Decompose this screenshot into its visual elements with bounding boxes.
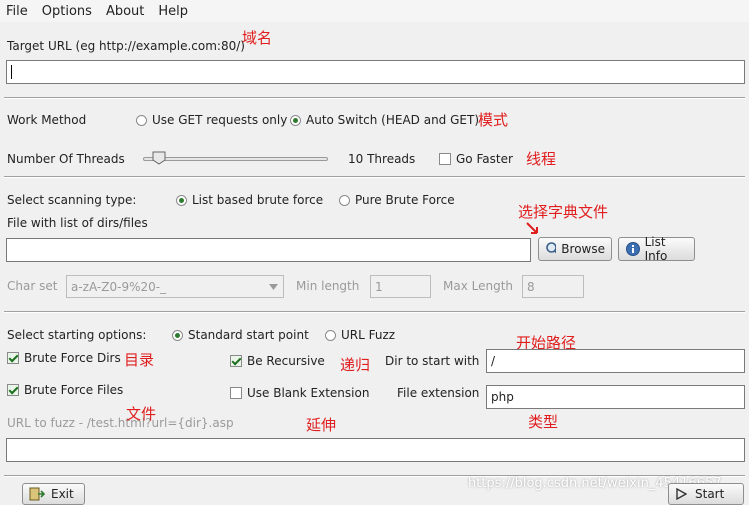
radio-selected-icon (176, 195, 187, 206)
recursive-note: 递归 (340, 356, 371, 374)
checkbox-icon (230, 387, 242, 399)
slider-thumb-icon[interactable] (152, 151, 166, 165)
recursive-checkbox[interactable]: Be Recursive (230, 354, 325, 368)
play-icon (676, 488, 687, 500)
recursive-label: Be Recursive (247, 354, 325, 368)
min-length-label: Min length (296, 279, 360, 293)
checkbox-checked-icon (230, 355, 242, 367)
brute-dirs-note: 目录 (124, 351, 155, 369)
list-info-label: List Info (644, 235, 668, 263)
brute-dirs-checkbox[interactable]: Brute Force Dirs (7, 351, 121, 365)
start-standard-radio[interactable]: Standard start point (172, 328, 309, 342)
brute-files-note: 文件 (126, 405, 157, 423)
browse-label: Browse (561, 242, 605, 256)
separator (4, 97, 745, 99)
dir-start-label: Dir to start with (385, 354, 480, 368)
magnifier-icon (546, 242, 557, 254)
brute-dirs-label: Brute Force Dirs (24, 351, 121, 365)
target-url-label: Target URL (eg http://example.com:80/) (7, 39, 245, 53)
threads-note: 线程 (526, 150, 557, 168)
file-extension-note: 类型 (528, 413, 559, 431)
text-cursor (11, 65, 12, 79)
start-label: Start (695, 487, 725, 501)
menu-file[interactable]: File (0, 4, 34, 19)
work-method-get-radio[interactable]: Use GET requests only (136, 113, 287, 127)
scan-list-label: List based brute force (192, 193, 324, 207)
start-standard-label: Standard start point (188, 328, 309, 342)
work-method-auto-radio[interactable]: Auto Switch (HEAD and GET) (290, 113, 479, 127)
work-method-note: 模式 (478, 111, 509, 129)
list-info-button[interactable]: List Info (618, 235, 695, 263)
file-extension-value: php (491, 390, 514, 404)
max-length-input[interactable]: 8 (522, 275, 584, 298)
separator (4, 311, 745, 313)
blank-extension-label: Use Blank Extension (247, 386, 370, 400)
brute-files-label: Brute Force Files (24, 383, 124, 397)
dir-start-value: / (491, 354, 496, 368)
charset-value: a-zA-Z0-9%20-_ (71, 279, 167, 294)
charset-label: Char set (7, 279, 58, 293)
arrow-icon (526, 222, 538, 234)
blank-extension-note: 延伸 (306, 416, 337, 434)
target-url-note: 域名 (242, 29, 273, 47)
checkbox-checked-icon (7, 384, 19, 396)
menu-bar: File Options About Help (0, 0, 749, 22)
go-faster-label: Go Faster (456, 152, 513, 166)
radio-icon (325, 330, 336, 341)
work-method-auto-label: Auto Switch (HEAD and GET) (306, 113, 479, 127)
menu-help[interactable]: Help (152, 4, 194, 19)
menu-about[interactable]: About (100, 4, 150, 19)
exit-door-icon (29, 487, 45, 501)
radio-icon (136, 115, 147, 126)
url-fuzz-label: URL to fuzz - /test.html?url={dir}.asp (7, 416, 234, 430)
scan-pure-label: Pure Brute Force (355, 193, 455, 207)
dir-list-input[interactable] (6, 238, 531, 262)
scan-list-radio[interactable]: List based brute force (176, 193, 323, 207)
radio-selected-icon (290, 115, 301, 126)
checkbox-checked-icon (7, 352, 19, 364)
dir-list-label: File with list of dirs/files (7, 216, 148, 230)
start-url-fuzz-radio[interactable]: URL Fuzz (325, 328, 395, 342)
chevron-down-icon (269, 284, 278, 290)
url-fuzz-input[interactable] (6, 438, 745, 462)
checkbox-icon (439, 153, 451, 165)
dir-start-input[interactable]: / (486, 349, 745, 373)
scan-pure-radio[interactable]: Pure Brute Force (339, 193, 455, 207)
separator (4, 176, 745, 178)
dir-list-note: 选择字典文件 (518, 203, 609, 221)
blank-extension-checkbox[interactable]: Use Blank Extension (230, 386, 369, 400)
max-length-label: Max Length (443, 279, 514, 293)
start-options-label: Select starting options: (7, 328, 147, 342)
browse-button[interactable]: Browse (538, 237, 612, 261)
min-length-input[interactable]: 1 (370, 275, 431, 298)
max-length-value: 8 (527, 279, 535, 294)
go-faster-checkbox[interactable]: Go Faster (439, 152, 513, 166)
file-extension-label: File extension (397, 386, 480, 400)
start-url-fuzz-label: URL Fuzz (341, 328, 396, 342)
threads-label: Number Of Threads (7, 152, 125, 166)
radio-selected-icon (172, 330, 183, 341)
threads-slider[interactable] (143, 157, 328, 161)
charset-select[interactable]: a-zA-Z0-9%20-_ (66, 275, 284, 298)
target-url-input[interactable] (6, 60, 745, 84)
menu-options[interactable]: Options (36, 4, 98, 19)
brute-files-checkbox[interactable]: Brute Force Files (7, 383, 123, 397)
threads-value: 10 Threads (348, 152, 416, 166)
radio-icon (339, 195, 350, 206)
scan-type-label: Select scanning type: (7, 193, 137, 207)
file-extension-input[interactable]: php (486, 385, 745, 409)
work-method-label: Work Method (7, 113, 87, 127)
min-length-value: 1 (375, 279, 383, 294)
work-method-get-label: Use GET requests only (152, 113, 288, 127)
exit-label: Exit (51, 487, 74, 501)
info-icon (626, 242, 640, 256)
